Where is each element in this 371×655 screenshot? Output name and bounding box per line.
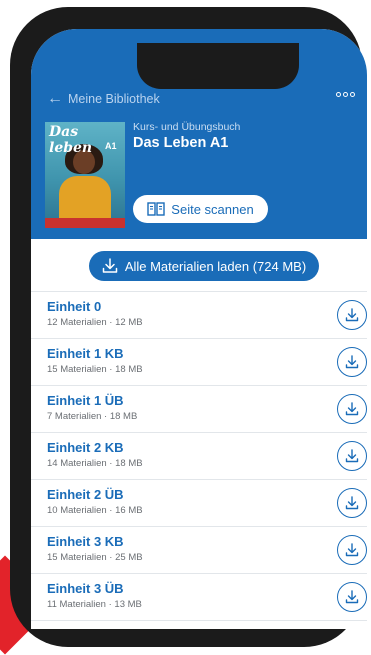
cover-title: Das leben (49, 124, 93, 156)
download-icon[interactable] (337, 347, 367, 377)
unit-meta: 14 Materialien · 18 MB (47, 458, 143, 469)
load-all-label: Alle Materialien laden (724 MB) (124, 258, 307, 274)
arrow-left-icon: ← (47, 90, 63, 107)
list-item[interactable]: Einheit 2 KB 14 Materialien · 18 MB (31, 433, 367, 480)
app-screen: ← Meine Bibliothek Das leben A1 Kurs- un… (31, 29, 367, 629)
cover-level: A1 (105, 141, 117, 151)
unit-meta: 12 Materialien · 12 MB (47, 317, 143, 328)
unit-title: Einheit 2 ÜB (47, 487, 124, 502)
unit-meta: 15 Materialien · 18 MB (47, 364, 143, 375)
unit-meta: 7 Materialien · 18 MB (47, 411, 138, 422)
phone-frame: ← Meine Bibliothek Das leben A1 Kurs- un… (10, 7, 367, 647)
list-item[interactable]: Einheit 2 ÜB 10 Materialien · 16 MB (31, 480, 367, 527)
back-label: Meine Bibliothek (68, 92, 160, 106)
unit-title: Einheit 0 (47, 299, 102, 314)
download-icon[interactable] (337, 488, 367, 518)
book-scan-icon (147, 202, 165, 216)
download-icon[interactable] (337, 535, 367, 565)
download-icon[interactable] (337, 441, 367, 471)
download-icon[interactable] (337, 394, 367, 424)
list-item[interactable]: Einheit 1 ÜB 7 Materialien · 18 MB (31, 386, 367, 433)
list-item[interactable]: Einheit 1 KB 15 Materialien · 18 MB (31, 339, 367, 386)
unit-list: Einheit 0 12 Materialien · 12 MB Einheit… (31, 291, 367, 621)
list-item[interactable]: Einheit 3 KB 15 Materialien · 25 MB (31, 527, 367, 574)
more-dots-icon[interactable] (336, 92, 355, 97)
download-icon[interactable] (337, 300, 367, 330)
book-title: Das Leben A1 (133, 135, 229, 151)
list-item[interactable]: Einheit 3 ÜB 11 Materialien · 13 MB (31, 574, 367, 621)
download-icon[interactable] (337, 582, 367, 612)
unit-title: Einheit 1 ÜB (47, 393, 124, 408)
unit-meta: 11 Materialien · 13 MB (47, 599, 142, 610)
unit-title: Einheit 3 ÜB (47, 581, 124, 596)
book-subtitle: Kurs- und Übungsbuch (133, 121, 241, 133)
back-button[interactable]: ← Meine Bibliothek (47, 91, 160, 107)
phone-notch (137, 43, 299, 89)
unit-title: Einheit 1 KB (47, 346, 124, 361)
download-icon (102, 258, 118, 273)
unit-meta: 15 Materialien · 25 MB (47, 552, 143, 563)
list-item[interactable]: Einheit 0 12 Materialien · 12 MB (31, 292, 367, 339)
unit-title: Einheit 3 KB (47, 534, 124, 549)
load-all-button[interactable]: Alle Materialien laden (724 MB) (89, 251, 319, 281)
unit-title: Einheit 2 KB (47, 440, 124, 455)
unit-meta: 10 Materialien · 16 MB (47, 505, 143, 516)
scan-label: Seite scannen (171, 201, 254, 217)
scan-page-button[interactable]: Seite scannen (133, 195, 268, 223)
book-cover: Das leben A1 (45, 122, 125, 228)
